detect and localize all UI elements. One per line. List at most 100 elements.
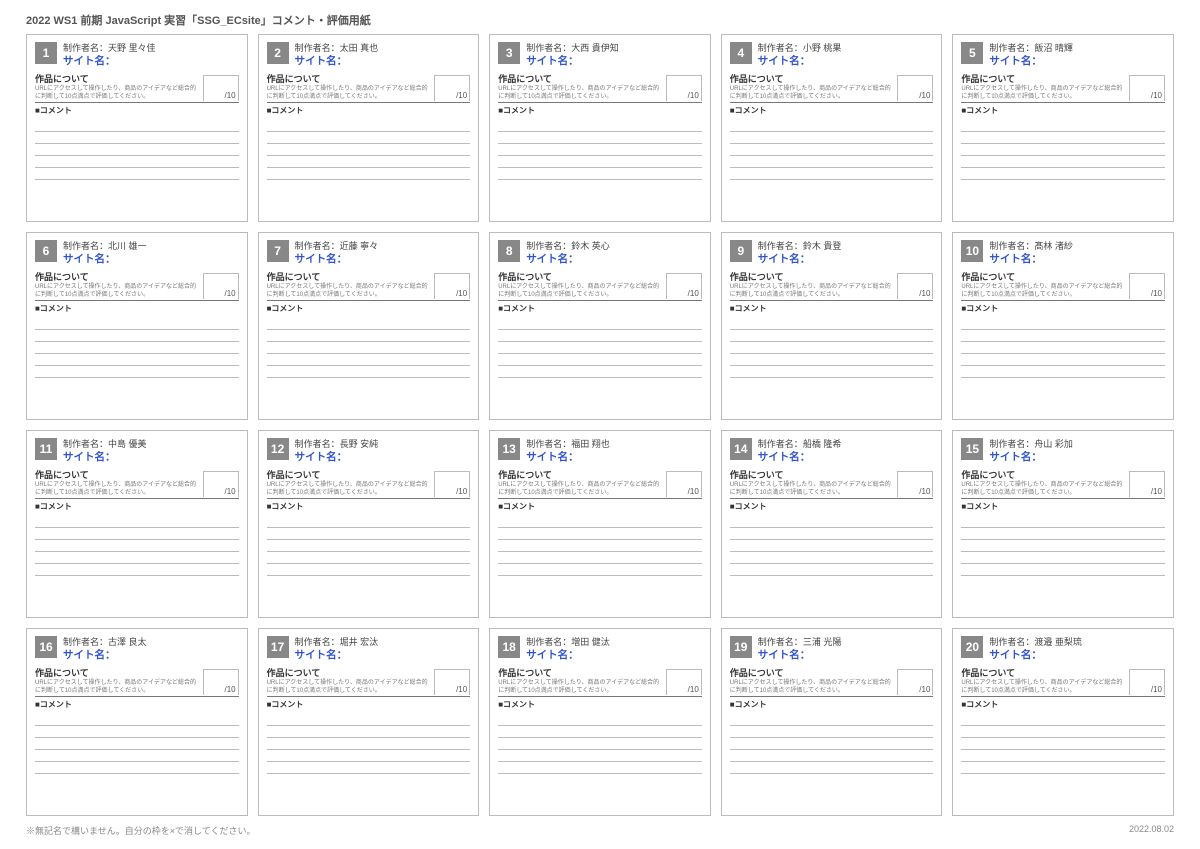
score-box: /10 <box>666 273 702 299</box>
comment-lines <box>267 714 471 774</box>
score-suffix: /10 <box>1151 289 1162 298</box>
comment-label: ■コメント <box>961 303 1165 314</box>
evaluation-card: 20制作者名：渡邉 亜梨琉サイト名：作品についてURLにアクセスして操作したり、… <box>952 628 1174 816</box>
evaluation-card: 17制作者名：堀井 宏汰サイト名：作品についてURLにアクセスして操作したり、商… <box>258 628 480 816</box>
about-label: 作品について <box>267 72 431 85</box>
page-footer: ※無記名で構いません。自分の枠を×で消してください。 2022.08.02 <box>26 824 1174 837</box>
evaluation-card: 11制作者名：中島 優美サイト名：作品についてURLにアクセスして操作したり、商… <box>26 430 248 618</box>
author-name: 制作者名：長野 安純 <box>295 438 379 450</box>
comment-lines <box>730 120 934 180</box>
evaluation-card: 9制作者名：鈴木 貴登サイト名：作品についてURLにアクセスして操作したり、商品… <box>721 232 943 420</box>
author-name: 制作者名：鈴木 貴登 <box>758 240 842 252</box>
instruction-text: URLにアクセスして操作したり、商品のアイデアなど総合的に判断して10点満点で評… <box>730 482 894 497</box>
score-box: /10 <box>203 75 239 101</box>
cards-grid: 1制作者名：天野 里々佳サイト名：作品についてURLにアクセスして操作したり、商… <box>26 34 1174 816</box>
comment-label: ■コメント <box>498 699 702 710</box>
site-name-label: サイト名： <box>63 648 147 662</box>
instruction-text: URLにアクセスして操作したり、商品のアイデアなど総合的に判断して10点満点で評… <box>35 482 199 497</box>
instruction-text: URLにアクセスして操作したり、商品のアイデアなど総合的に判断して10点満点で評… <box>730 86 894 101</box>
score-suffix: /10 <box>688 685 699 694</box>
comment-lines <box>498 318 702 378</box>
site-name-label: サイト名： <box>295 648 379 662</box>
score-suffix: /10 <box>456 289 467 298</box>
comment-label: ■コメント <box>961 105 1165 116</box>
evaluation-card: 18 制作者名：増田 健汰サイト名： 作品についてURLにアクセスして操作したり、商… <box>489 628 711 816</box>
comment-lines <box>498 120 702 180</box>
card-number: 4 <box>730 42 752 64</box>
site-name-label: サイト名： <box>526 54 619 68</box>
card-number: 12 <box>267 438 289 460</box>
score-box: /10 <box>203 471 239 497</box>
comment-label: ■コメント <box>267 501 471 512</box>
instruction-text: URLにアクセスして操作したり、商品のアイデアなど総合的に判断して10点満点で評… <box>961 680 1125 695</box>
score-box: /10 <box>1129 75 1165 101</box>
author-name: 制作者名：小野 桃果 <box>758 42 842 54</box>
site-name-label: サイト名： <box>989 54 1073 68</box>
site-name-label: サイト名： <box>63 252 147 266</box>
evaluation-card: 2制作者名：太田 真也サイト名：作品についてURLにアクセスして操作したり、商品… <box>258 34 480 222</box>
author-name: 制作者名：船橋 隆希 <box>758 438 842 450</box>
card-number: 19 <box>730 636 752 658</box>
instruction-text: URLにアクセスして操作したり、商品のアイデアなど総合的に判断して10点満点で評… <box>267 680 431 695</box>
comment-lines <box>961 120 1165 180</box>
score-suffix: /10 <box>224 91 235 100</box>
instruction-text: URLにアクセスして操作したり、商品のアイデアなど総合的に判断して10点満点で評… <box>961 86 1125 101</box>
instruction-text: URLにアクセスして操作したり、商品のアイデアなど総合的に判断して10点満点で評… <box>961 482 1125 497</box>
score-box: /10 <box>1129 471 1165 497</box>
score-suffix: /10 <box>1151 685 1162 694</box>
about-label: 作品について <box>730 72 894 85</box>
about-label: 作品について <box>267 270 431 283</box>
score-suffix: /10 <box>919 91 930 100</box>
card-number: 15 <box>961 438 983 460</box>
score-box: /10 <box>666 75 702 101</box>
card-number: 2 <box>267 42 289 64</box>
comment-label: ■コメント <box>730 303 934 314</box>
about-label: 作品について <box>498 468 662 481</box>
comment-lines <box>961 516 1165 576</box>
evaluation-card: 10制作者名：髙林 渚紗サイト名：作品についてURLにアクセスして操作したり、商… <box>952 232 1174 420</box>
evaluation-card: 8制作者名：鈴木 英心サイト名：作品についてURLにアクセスして操作したり、商品… <box>489 232 711 420</box>
about-label: 作品について <box>961 666 1125 679</box>
card-number: 18 <box>498 636 520 658</box>
score-box: /10 <box>434 75 470 101</box>
card-number: 20 <box>961 636 983 658</box>
comment-lines <box>961 318 1165 378</box>
instruction-text: URLにアクセスして操作したり、商品のアイデアなど総合的に判断して10点満点で評… <box>267 482 431 497</box>
score-box: /10 <box>897 471 933 497</box>
score-box: /10 <box>1129 273 1165 299</box>
site-name-label: サイト名： <box>295 450 379 464</box>
instruction-text: URLにアクセスして操作したり、商品のアイデアなど総合的に判断して10点満点で評… <box>961 284 1125 299</box>
author-name: 制作者名：三浦 光陽 <box>758 636 842 648</box>
about-label: 作品について <box>35 72 199 85</box>
instruction-text: URLにアクセスして操作したり、商品のアイデアなど総合的に判断して10点満点で評… <box>35 680 199 695</box>
evaluation-card: 4制作者名：小野 桃果サイト名：作品についてURLにアクセスして操作したり、商品… <box>721 34 943 222</box>
instruction-text: URLにアクセスして操作したり、商品のアイデアなど総合的に判断して10点満点で評… <box>498 680 662 695</box>
about-label: 作品について <box>35 666 199 679</box>
about-label: 作品について <box>961 468 1125 481</box>
score-suffix: /10 <box>1151 91 1162 100</box>
comment-lines <box>730 714 934 774</box>
score-suffix: /10 <box>456 91 467 100</box>
score-box: /10 <box>897 75 933 101</box>
card-number: 6 <box>35 240 57 262</box>
comment-lines <box>730 318 934 378</box>
card-number: 11 <box>35 438 57 460</box>
evaluation-card: 19制作者名：三浦 光陽サイト名：作品についてURLにアクセスして操作したり、商… <box>721 628 943 816</box>
comment-label: ■コメント <box>730 699 934 710</box>
card-number: 10 <box>961 240 983 262</box>
card-number: 14 <box>730 438 752 460</box>
author-name: 制作者名：福田 翔也 <box>526 438 610 450</box>
comment-label: ■コメント <box>961 501 1165 512</box>
about-label: 作品について <box>498 666 662 679</box>
author-name: 制作者名：髙林 渚紗 <box>989 240 1073 252</box>
comment-lines <box>267 318 471 378</box>
score-box: /10 <box>666 471 702 497</box>
comment-label: ■コメント <box>961 699 1165 710</box>
score-box: /10 <box>434 273 470 299</box>
author-name: 制作者名：増田 健汰 <box>526 636 610 648</box>
about-label: 作品について <box>267 468 431 481</box>
site-name-label: サイト名： <box>526 648 610 662</box>
author-name: 制作者名：中島 優美 <box>63 438 147 450</box>
author-name: 制作者名：渡邉 亜梨琉 <box>989 636 1082 648</box>
site-name-label: サイト名： <box>758 648 842 662</box>
